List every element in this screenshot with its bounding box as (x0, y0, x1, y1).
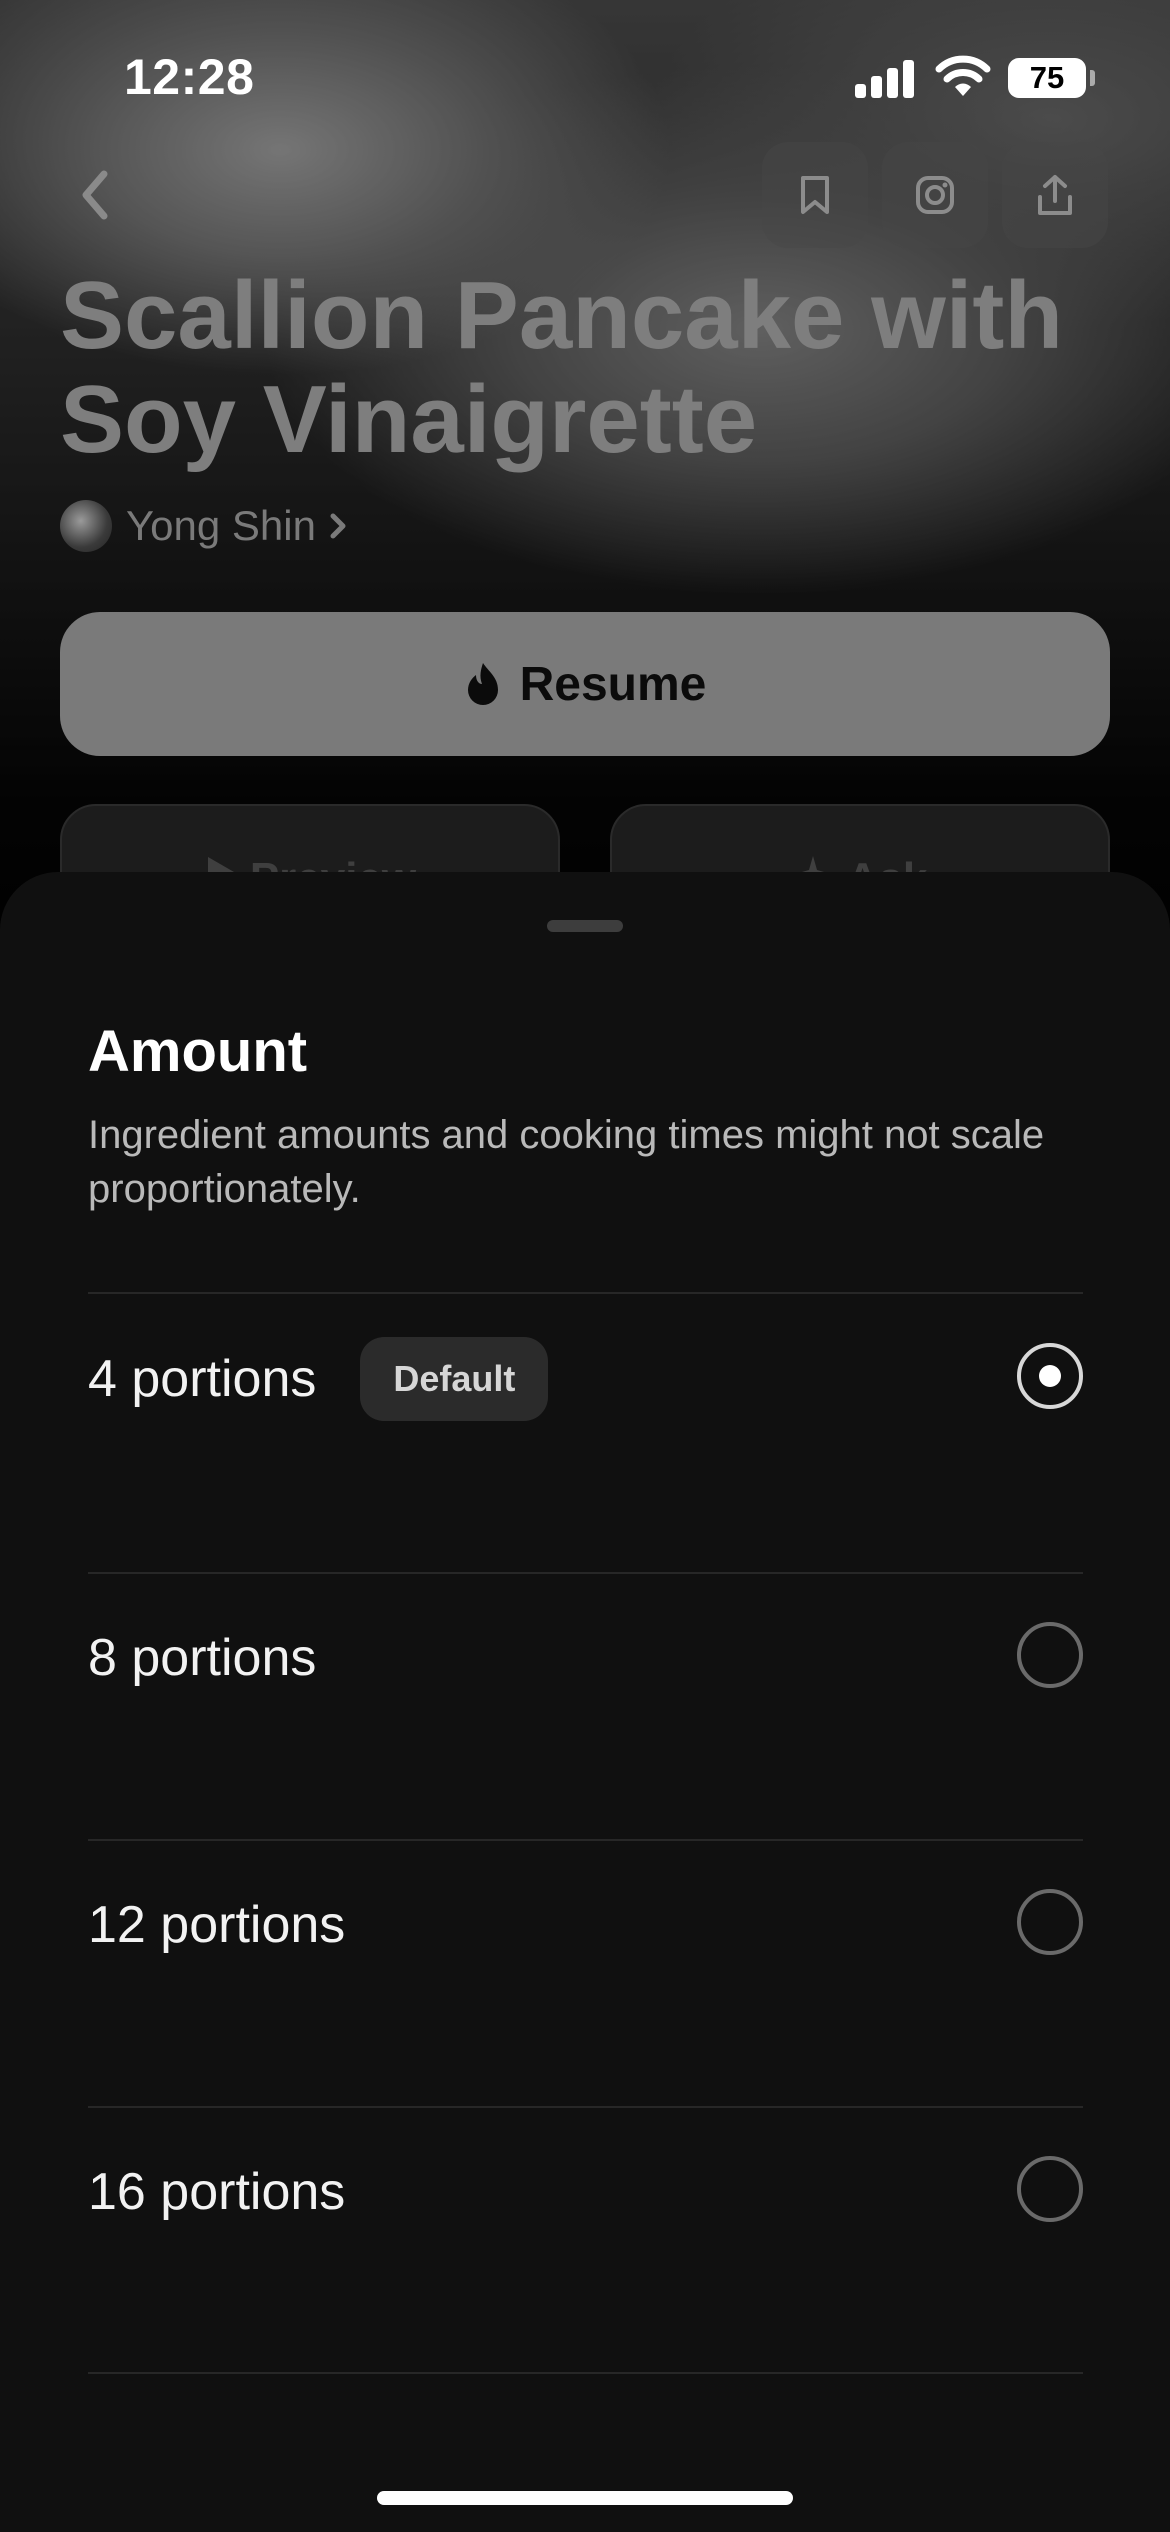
sheet-description: Ingredient amounts and cooking times mig… (88, 1113, 1045, 1211)
instagram-icon (916, 176, 954, 214)
option-16-portions[interactable]: 16 portions (88, 2117, 1083, 2267)
bookmark-button[interactable] (762, 142, 868, 248)
share-icon (1038, 175, 1072, 215)
battery-cap (1090, 70, 1095, 86)
option-label: 8 portions (88, 1629, 317, 1687)
share-button[interactable] (1002, 142, 1108, 248)
radio-selected[interactable] (1017, 1343, 1083, 1409)
author-link[interactable]: Yong Shin (60, 498, 348, 554)
sheet-grabber[interactable] (547, 920, 623, 932)
recipe-title: Scallion Pancake with Soy Vinaigrette (60, 262, 1064, 473)
status-bar: 12:28 75 (0, 0, 1170, 150)
amount-sheet: Amount Ingredient amounts and cooking ti… (0, 872, 1170, 2532)
instagram-button[interactable] (882, 142, 988, 248)
option-label: 16 portions (88, 2163, 346, 2221)
option-12-portions[interactable]: 12 portions (88, 1850, 1083, 2000)
radio-dot (1039, 1365, 1061, 1387)
radio-unselected[interactable] (1017, 1622, 1083, 1688)
divider (88, 1839, 1083, 1841)
author-avatar (60, 500, 112, 552)
resume-label: Resume (519, 657, 707, 711)
status-time: 12:28 (124, 49, 255, 105)
divider (88, 1572, 1083, 1574)
flame-icon (467, 663, 498, 705)
battery-icon: 75 (1008, 58, 1086, 98)
option-label: 4 portions (88, 1350, 317, 1408)
sheet-title: Amount (88, 1019, 308, 1084)
bookmark-icon (801, 176, 829, 214)
option-4-portions[interactable]: 4 portions Default (88, 1304, 1083, 1454)
author-name: Yong Shin (126, 502, 316, 549)
resume-button[interactable]: Resume (60, 612, 1110, 756)
radio-unselected[interactable] (1017, 1889, 1083, 1955)
option-8-portions[interactable]: 8 portions (88, 1583, 1083, 1733)
option-label: 12 portions (88, 1896, 346, 1954)
chevron-right-icon (330, 513, 346, 539)
divider (88, 2372, 1083, 2374)
divider (88, 1292, 1083, 1294)
back-chevron-icon[interactable] (66, 160, 126, 230)
wifi-icon (935, 55, 991, 96)
radio-unselected[interactable] (1017, 2156, 1083, 2222)
cellular-signal-icon (855, 58, 915, 98)
divider (88, 2106, 1083, 2108)
home-indicator[interactable] (377, 2491, 793, 2505)
default-badge: Default (360, 1337, 549, 1421)
